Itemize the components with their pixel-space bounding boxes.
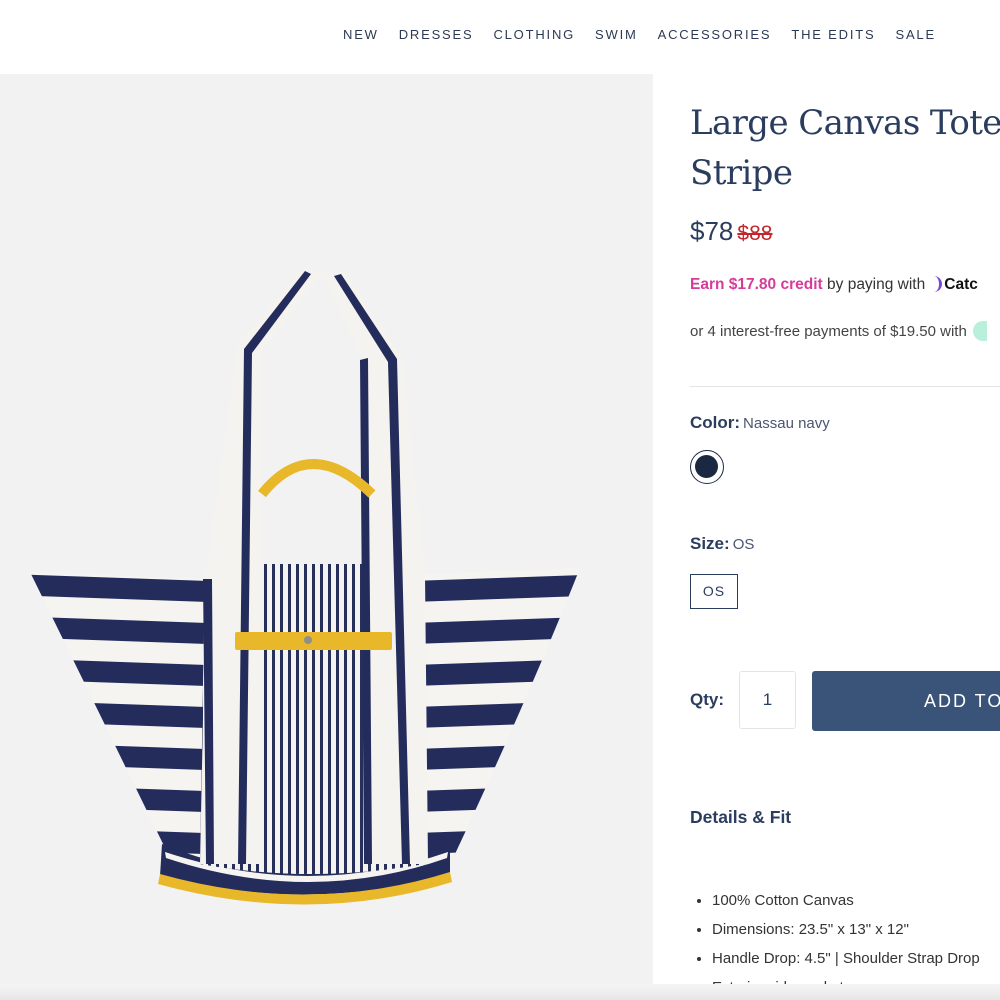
list-item: Handle Drop: 4.5" | Shoulder Strap Drop [712, 944, 1000, 973]
bottom-edge [0, 984, 1000, 1000]
nav-item-clothing[interactable]: CLOTHING [493, 27, 575, 42]
size-value: OS [732, 536, 755, 553]
color-swatch-nassau-navy[interactable] [690, 450, 724, 484]
product-title-line2: Stripe [690, 153, 793, 193]
original-price: $88 [737, 222, 773, 245]
catch-credit-promo[interactable]: Earn $17.80 credit by paying with Catc [690, 276, 978, 294]
top-navigation: NEW DRESSES CLOTHING SWIM ACCESSORIES TH… [0, 0, 1000, 72]
details-list: 100% Cotton Canvas Dimensions: 23.5" x 1… [690, 886, 1000, 1000]
details-fit-toggle[interactable]: Details & Fit [690, 807, 791, 828]
credit-text: Earn $17.80 credit [690, 276, 823, 293]
payment-provider-icon[interactable] [972, 321, 987, 341]
divider [690, 386, 1000, 387]
color-key: Color: [690, 413, 741, 432]
nav-item-the-edits[interactable]: THE EDITS [791, 27, 875, 42]
color-label: Color: Nassau navy [690, 413, 830, 433]
nav-item-dresses[interactable]: DRESSES [399, 27, 474, 42]
paying-with-text: by paying with [827, 276, 926, 293]
add-to-bag-button[interactable]: ADD TO [812, 671, 1000, 731]
catch-brand: Catc [944, 276, 978, 293]
product-title-line1: Large Canvas Tote [690, 103, 1000, 143]
size-key: Size: [690, 534, 730, 553]
nav-item-sale[interactable]: SALE [895, 27, 935, 42]
color-value: Nassau navy [743, 415, 830, 432]
list-item: 100% Cotton Canvas [712, 886, 1000, 915]
catch-logo-icon [929, 276, 943, 292]
size-option-os[interactable]: OS [690, 574, 738, 609]
nav-menu: NEW DRESSES CLOTHING SWIM ACCESSORIES TH… [343, 27, 956, 42]
color-swatch-fill [695, 455, 718, 478]
installments-text: or 4 interest-free payments of $19.50 wi… [690, 323, 967, 340]
product-image[interactable] [0, 74, 653, 1000]
nav-item-new[interactable]: NEW [343, 27, 379, 42]
tote-bag-illustration [30, 266, 580, 905]
qty-label: Qty: [690, 690, 724, 709]
price: $78 $88 [690, 216, 772, 247]
product-title: Large Canvas Tote Stripe [690, 98, 1000, 198]
size-label: Size: OS [690, 534, 754, 554]
quantity-input[interactable]: 1 [739, 671, 796, 729]
nav-item-swim[interactable]: SWIM [595, 27, 638, 42]
installments-promo: or 4 interest-free payments of $19.50 wi… [690, 321, 987, 341]
current-price: $78 [690, 216, 734, 246]
list-item: Dimensions: 23.5" x 13" x 12" [712, 915, 1000, 944]
nav-item-accessories[interactable]: ACCESSORIES [658, 27, 772, 42]
product-info: Large Canvas Tote Stripe $78 $88 Earn $17.… [690, 74, 1000, 1000]
